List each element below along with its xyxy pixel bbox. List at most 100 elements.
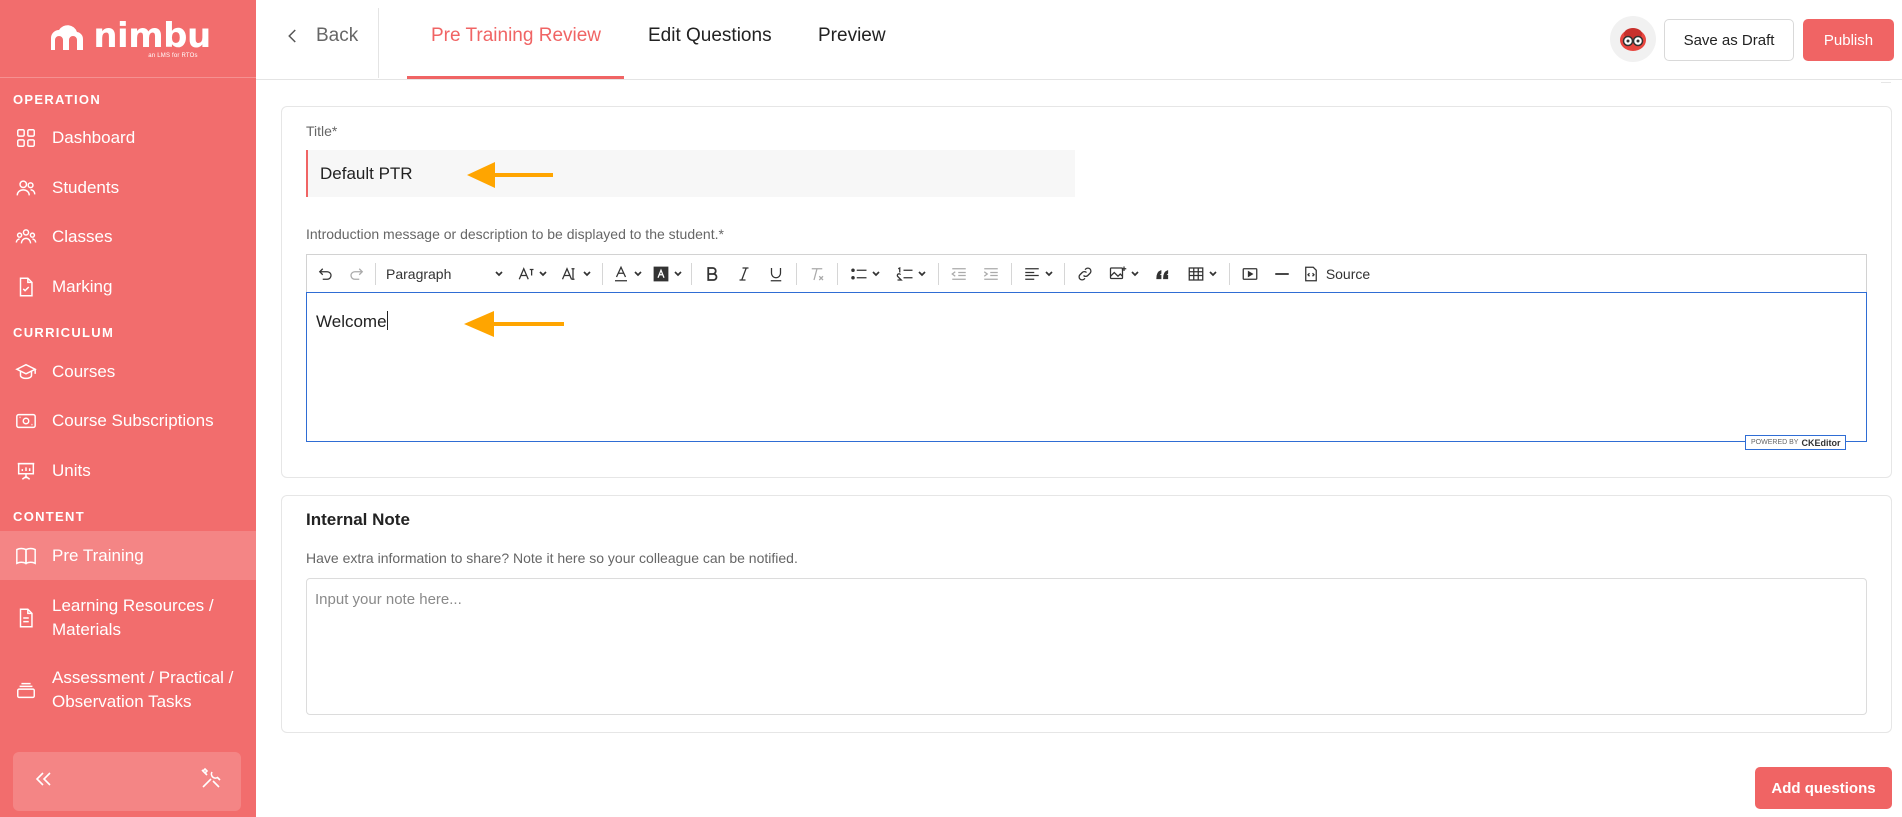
sidebar-item-label: Dashboard xyxy=(52,128,136,147)
font-size-button[interactable] xyxy=(510,255,554,294)
numbered-list-button[interactable] xyxy=(888,255,934,294)
undo-icon xyxy=(318,268,332,280)
bulleted-list-icon xyxy=(850,268,866,280)
sidebar-item-classes[interactable]: Classes xyxy=(0,224,256,250)
underline-button[interactable] xyxy=(760,255,792,294)
outdent-icon xyxy=(951,268,966,280)
logo-tagline: an LMS for RTOs xyxy=(148,52,198,59)
tab-pre-training-review[interactable]: Pre Training Review xyxy=(431,25,601,47)
paragraph-dropdown[interactable]: Paragraph xyxy=(380,255,510,294)
avatar[interactable] xyxy=(1610,16,1656,62)
insert-media-button[interactable] xyxy=(1234,255,1266,294)
outdent-button[interactable] xyxy=(943,255,975,294)
font-family-button[interactable] xyxy=(554,255,598,294)
link-icon xyxy=(1078,267,1092,281)
sidebar-item-label: Assessment / Practical / Observation Tas… xyxy=(52,668,234,711)
document-check-icon xyxy=(14,275,38,299)
insert-table-button[interactable] xyxy=(1179,255,1225,294)
sidebar-item-pre-training[interactable]: Pre Training xyxy=(0,531,256,580)
background-color-icon xyxy=(653,266,668,282)
chevron-down-icon xyxy=(917,271,926,277)
users-icon xyxy=(14,176,38,200)
background-color-button[interactable] xyxy=(647,255,687,294)
italic-icon xyxy=(739,267,749,281)
subscription-icon xyxy=(14,409,38,433)
horizontal-line-button[interactable] xyxy=(1266,255,1298,294)
user-avatar-icon xyxy=(1620,28,1646,51)
publish-button[interactable]: Publish xyxy=(1803,19,1894,61)
bold-icon xyxy=(707,267,718,281)
title-input[interactable]: Default PTR xyxy=(306,150,1075,197)
sidebar-item-courses[interactable]: Courses xyxy=(0,359,256,385)
undo-button[interactable] xyxy=(307,255,343,294)
sidebar-item-dashboard[interactable]: Dashboard xyxy=(0,125,256,151)
chevron-down-icon xyxy=(538,271,547,277)
font-color-button[interactable] xyxy=(607,255,647,294)
quote-icon xyxy=(1156,270,1169,280)
title-label: Title* xyxy=(306,123,338,139)
table-icon xyxy=(1188,267,1203,281)
bulleted-list-button[interactable] xyxy=(842,255,888,294)
section-label-operation: OPERATION xyxy=(13,92,102,107)
sidebar-item-learning-resources[interactable]: Learning Resources / Materials xyxy=(0,593,256,643)
italic-button[interactable] xyxy=(728,255,760,294)
title-value: Default PTR xyxy=(320,163,413,183)
paragraph-label: Paragraph xyxy=(386,266,452,282)
bold-button[interactable] xyxy=(696,255,728,294)
image-icon xyxy=(1109,266,1126,280)
presentation-icon xyxy=(14,459,38,483)
book-icon xyxy=(14,544,38,568)
powered-by-label: POWERED BY xyxy=(1751,439,1799,446)
sidebar-item-assessment-tasks[interactable]: Assessment / Practical / Observation Tas… xyxy=(0,665,256,715)
card-edge xyxy=(1881,80,1891,83)
sidebar-item-marking[interactable]: Marking xyxy=(0,274,256,300)
back-button[interactable]: Back xyxy=(284,25,358,47)
save-as-draft-button[interactable]: Save as Draft xyxy=(1664,19,1794,61)
intro-label: Introduction message or description to b… xyxy=(306,226,724,242)
block-quote-button[interactable] xyxy=(1147,255,1179,294)
cloud-logo-icon xyxy=(51,24,84,50)
horizontal-line-icon xyxy=(1275,273,1289,275)
intro-value: Welcome xyxy=(316,312,387,331)
chevron-down-icon xyxy=(633,271,642,277)
divider xyxy=(378,8,379,78)
sidebar-item-label: Courses xyxy=(52,362,116,381)
powered-by-ckeditor[interactable]: POWERED BY CKEditor xyxy=(1745,435,1847,450)
file-icon xyxy=(14,606,38,630)
remove-format-button[interactable] xyxy=(801,255,833,294)
sidebar-item-units[interactable]: Units xyxy=(0,458,256,484)
double-chevron-left-icon[interactable] xyxy=(31,767,55,796)
insert-image-button[interactable] xyxy=(1101,255,1147,294)
tab-edit-questions[interactable]: Edit Questions xyxy=(648,25,772,47)
link-button[interactable] xyxy=(1069,255,1101,294)
annotation-arrow-icon xyxy=(467,162,553,188)
internal-note-title: Internal Note xyxy=(306,510,410,529)
source-button[interactable]: Source xyxy=(1298,255,1374,294)
source-label: Source xyxy=(1325,266,1371,282)
tab-preview[interactable]: Preview xyxy=(818,25,886,47)
chevron-down-icon xyxy=(495,271,503,277)
chevron-down-icon xyxy=(582,271,591,277)
redo-button[interactable] xyxy=(343,255,371,294)
stack-icon xyxy=(14,678,38,702)
sidebar-item-label: Students xyxy=(52,178,120,197)
alignment-button[interactable] xyxy=(1016,255,1060,294)
internal-note-input[interactable] xyxy=(306,578,1867,715)
graduation-cap-icon xyxy=(14,360,38,384)
sidebar-item-label: Learning Resources / Materials xyxy=(52,596,214,639)
indent-icon xyxy=(983,268,998,280)
tools-icon[interactable] xyxy=(199,767,223,796)
chevron-down-icon xyxy=(1130,271,1139,277)
text-cursor xyxy=(386,311,388,330)
chevron-down-icon xyxy=(1208,271,1217,277)
sidebar-item-course-subscriptions[interactable]: Course Subscriptions xyxy=(0,408,256,434)
indent-button[interactable] xyxy=(975,255,1007,294)
add-questions-button[interactable]: Add questions xyxy=(1755,767,1892,809)
ckeditor-label: CKEditor xyxy=(1801,437,1841,448)
back-label: Back xyxy=(316,25,359,46)
sidebar-item-students[interactable]: Students xyxy=(0,175,256,201)
logo[interactable]: nimbu an LMS for RTOs xyxy=(0,0,256,78)
sidebar-item-label: Marking xyxy=(52,277,113,296)
font-color-icon xyxy=(614,265,627,282)
media-icon xyxy=(1242,268,1258,280)
